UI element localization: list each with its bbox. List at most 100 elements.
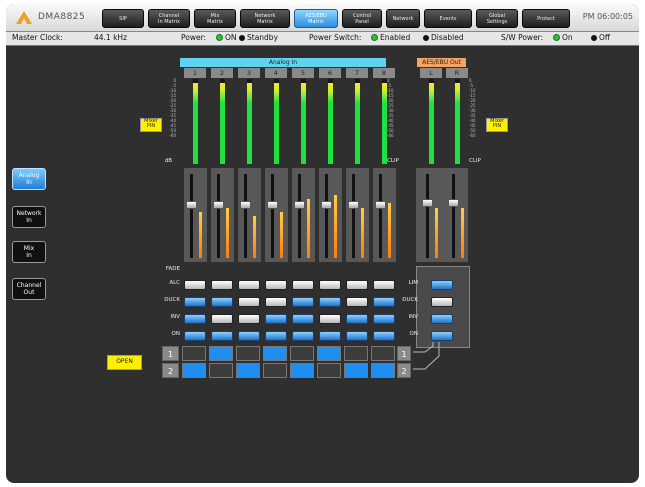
- duck-button[interactable]: [265, 297, 287, 307]
- on-button[interactable]: [211, 331, 233, 341]
- power-standby-option[interactable]: Standby: [236, 33, 278, 42]
- output-fader-knob[interactable]: [422, 199, 433, 208]
- tab-global-settings[interactable]: Global Settings: [476, 9, 518, 28]
- inv-button[interactable]: [373, 314, 395, 324]
- output-on-button[interactable]: [431, 331, 453, 341]
- tab-events[interactable]: Events: [424, 9, 472, 28]
- fader-knob[interactable]: [348, 200, 359, 209]
- duck-button[interactable]: [238, 297, 260, 307]
- on-button[interactable]: [292, 331, 314, 341]
- duck-button[interactable]: [292, 297, 314, 307]
- matrix-cell[interactable]: [317, 346, 341, 361]
- alc-button[interactable]: [265, 280, 287, 290]
- output-inv-button[interactable]: [431, 314, 453, 324]
- fader-knob[interactable]: [267, 200, 278, 209]
- fader-knob[interactable]: [375, 200, 386, 209]
- power-on-option[interactable]: ON: [213, 33, 237, 42]
- sw-power-on-option[interactable]: On: [550, 33, 573, 42]
- matrix-cell[interactable]: [263, 363, 287, 378]
- matrix-cell[interactable]: [371, 363, 395, 378]
- power-switch-enabled-option[interactable]: Enabled: [368, 33, 410, 42]
- alc-button[interactable]: [211, 280, 233, 290]
- matrix-cell[interactable]: [236, 346, 260, 361]
- output-duck-button[interactable]: [431, 297, 453, 307]
- fader-knob[interactable]: [240, 200, 251, 209]
- matrix-cell[interactable]: [371, 346, 395, 361]
- matrix-cell[interactable]: [290, 363, 314, 378]
- inv-button[interactable]: [238, 314, 260, 324]
- duck-button[interactable]: [319, 297, 341, 307]
- matrix-cell[interactable]: [236, 363, 260, 378]
- alc-button[interactable]: [238, 280, 260, 290]
- power-switch-label: Power Switch:: [309, 33, 362, 42]
- side-nav-mix-in[interactable]: Mix In: [12, 241, 46, 263]
- matrix-cell[interactable]: [290, 346, 314, 361]
- matrix-cell[interactable]: [209, 363, 233, 378]
- fader-panel: [346, 168, 369, 262]
- matrix-cell[interactable]: [344, 363, 368, 378]
- matrix-output-header: 1: [397, 346, 411, 361]
- alc-button[interactable]: [373, 280, 395, 290]
- tab-network-matrix[interactable]: Network Matrix: [240, 9, 290, 28]
- alc-button[interactable]: [319, 280, 341, 290]
- channel-number: 5: [292, 68, 314, 78]
- alc-button[interactable]: [346, 280, 368, 290]
- side-nav-channel-out[interactable]: Channel Out: [12, 278, 46, 300]
- on-button[interactable]: [346, 331, 368, 341]
- tab-mix-matrix[interactable]: Mix Matrix: [194, 9, 236, 28]
- tab-protect[interactable]: Protect: [522, 9, 570, 28]
- output-fader-knob[interactable]: [448, 199, 459, 208]
- inv-button[interactable]: [292, 314, 314, 324]
- duck-button[interactable]: [184, 297, 206, 307]
- tab-control-panel[interactable]: Control Panel: [342, 9, 382, 28]
- fader-knob[interactable]: [186, 200, 197, 209]
- inv-button[interactable]: [184, 314, 206, 324]
- matrix-cell[interactable]: [209, 346, 233, 361]
- channel-number: 4: [265, 68, 287, 78]
- tab-network[interactable]: Network: [386, 9, 420, 28]
- alc-button[interactable]: [292, 280, 314, 290]
- on-button[interactable]: [319, 331, 341, 341]
- on-button[interactable]: [373, 331, 395, 341]
- tab-channel-in-matrix[interactable]: Channel In Matrix: [148, 9, 190, 28]
- on-button[interactable]: [184, 331, 206, 341]
- matrix-cell[interactable]: [263, 346, 287, 361]
- alc-button[interactable]: [184, 280, 206, 290]
- output-lim-button[interactable]: [431, 280, 453, 290]
- inv-button[interactable]: [265, 314, 287, 324]
- fader-knob[interactable]: [213, 200, 224, 209]
- inv-button[interactable]: [346, 314, 368, 324]
- inv-button[interactable]: [319, 314, 341, 324]
- duck-button[interactable]: [211, 297, 233, 307]
- row-label-duck-out: DUCK: [402, 297, 418, 303]
- db-label: dB: [164, 158, 172, 164]
- on-button[interactable]: [265, 331, 287, 341]
- fader-knob[interactable]: [321, 200, 332, 209]
- side-nav-network-in[interactable]: Network In: [12, 206, 46, 228]
- side-nav-analog-in[interactable]: Analog In: [12, 168, 46, 190]
- duck-button[interactable]: [373, 297, 395, 307]
- matrix-cell[interactable]: [344, 346, 368, 361]
- fader-panel: [265, 168, 288, 262]
- tab-sip[interactable]: SIP: [102, 9, 144, 28]
- level-meter: [328, 79, 333, 164]
- matrix-cell[interactable]: [182, 363, 206, 378]
- matrix-cell[interactable]: [182, 346, 206, 361]
- row-label-inv-out: INV: [408, 314, 419, 320]
- radio-off-icon: [239, 35, 245, 41]
- tab-aes-ebu-matrix[interactable]: AES/EBU Matrix: [294, 9, 338, 28]
- on-button[interactable]: [238, 331, 260, 341]
- row-label-on: ON: [171, 331, 180, 337]
- channel-number: 7: [346, 68, 368, 78]
- duck-button[interactable]: [346, 297, 368, 307]
- fader-panel: [319, 168, 342, 262]
- sw-power-off-option[interactable]: Off: [588, 33, 610, 42]
- matrix-cell[interactable]: [317, 363, 341, 378]
- power-switch-disabled-option[interactable]: Disabled: [420, 33, 464, 42]
- inv-button[interactable]: [211, 314, 233, 324]
- analog-in-header: Analog In: [180, 58, 386, 67]
- level-meter: [301, 79, 306, 164]
- mixer-pin-right-label: Mixer PIN: [486, 118, 508, 132]
- radio-on-icon: [216, 34, 223, 41]
- fader-knob[interactable]: [294, 200, 305, 209]
